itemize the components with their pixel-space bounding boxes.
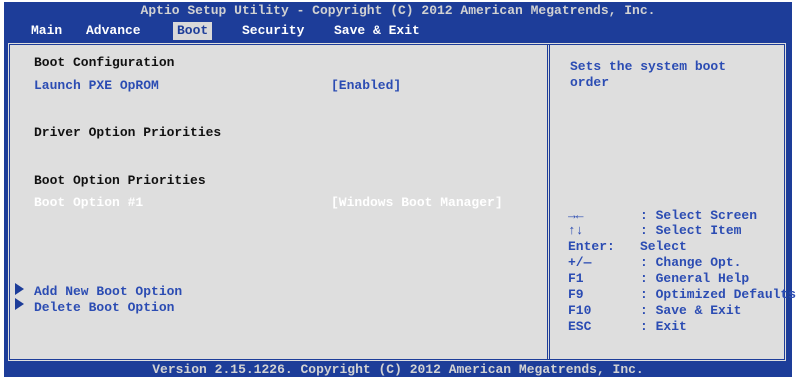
boot-option-1-value[interactable]: [Windows Boot Manager] (331, 194, 503, 212)
delete-boot-option[interactable]: Delete Boot Option (34, 299, 174, 317)
tab-advance[interactable]: Advance (82, 22, 145, 40)
menu-bar: Main Advance Boot Security Save & Exit (4, 22, 792, 40)
key-legend: →←: Select Screen ↑↓: Select Item Enter:… (568, 207, 796, 337)
submenu-arrow-icon (15, 298, 24, 310)
title-bar: Aptio Setup Utility - Copyright (C) 2012… (140, 3, 656, 18)
tab-save-exit[interactable]: Save & Exit (330, 22, 424, 40)
tab-boot[interactable]: Boot (173, 22, 213, 40)
launch-pxe-label[interactable]: Launch PXE OpROM (34, 77, 159, 95)
boot-configuration-heading: Boot Configuration (34, 55, 175, 70)
tab-security[interactable]: Security (238, 22, 308, 40)
boot-option-priorities-heading: Boot Option Priorities (34, 173, 206, 188)
boot-option-1-label[interactable]: Boot Option #1 (34, 194, 143, 212)
submenu-arrow-icon (15, 283, 24, 295)
key-esc: ESC (568, 319, 592, 334)
bios-screen: Aptio Setup Utility - Copyright (C) 2012… (4, 2, 796, 377)
footer-version: Version 2.15.1226. Copyright (C) 2012 Am… (152, 362, 644, 377)
tab-main[interactable]: Main (27, 22, 66, 40)
launch-pxe-value[interactable]: [Enabled] (331, 77, 401, 95)
key-desc: : Exit (640, 319, 687, 334)
help-description: Sets the system boot order (570, 59, 727, 90)
driver-option-priorities-heading: Driver Option Priorities (34, 125, 222, 140)
panel-divider (547, 45, 550, 359)
main-panel: Boot Configuration Launch PXE OpROM [Ena… (7, 42, 796, 362)
